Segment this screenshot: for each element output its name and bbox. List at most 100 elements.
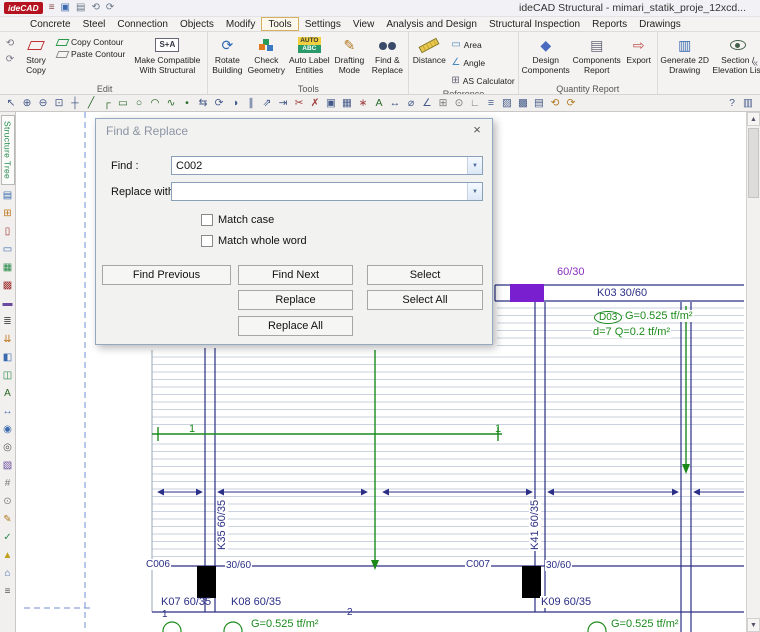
camera-icon[interactable]: ◎	[1, 441, 15, 455]
check-icon[interactable]: ✓	[1, 531, 15, 545]
export-button[interactable]: ⇨ Export	[622, 34, 656, 84]
warning-icon[interactable]: ▲	[1, 549, 15, 563]
fill-icon[interactable]: ▩	[515, 95, 531, 111]
menu-item-analysis-and-design[interactable]: Analysis and Design	[380, 17, 483, 31]
menu-item-objects[interactable]: Objects	[174, 17, 220, 31]
match-case-checkbox[interactable]: Match case	[201, 214, 274, 226]
edit-redo-icon[interactable]: ⟳	[3, 53, 17, 67]
stretch-icon[interactable]: ⇥	[275, 95, 291, 111]
render-icon[interactable]: ▧	[1, 459, 15, 473]
layers-icon[interactable]: ≡	[483, 95, 499, 111]
find-next-button[interactable]: Find Next	[238, 265, 353, 285]
replace-all-button[interactable]: Replace All	[238, 316, 353, 336]
arc-icon[interactable]: ◠	[147, 95, 163, 111]
menu-item-structural-inspection[interactable]: Structural Inspection	[483, 17, 586, 31]
offset-icon[interactable]: ∥	[243, 95, 259, 111]
replace-combobox[interactable]: ▼	[171, 182, 483, 201]
polyline-icon[interactable]: ┌	[99, 95, 115, 111]
match-whole-word-checkbox[interactable]: Match whole word	[201, 235, 307, 247]
angle-button[interactable]: ∠ Angle	[449, 55, 516, 71]
undo2-icon[interactable]: ⟲	[547, 95, 563, 111]
point-icon[interactable]: •	[179, 95, 195, 111]
select-all-button[interactable]: Select All	[367, 290, 483, 310]
spline-icon[interactable]: ∿	[163, 95, 179, 111]
foundation-icon[interactable]: ▬	[1, 297, 15, 311]
redo-icon[interactable]: ⟳	[106, 0, 114, 16]
axes-icon[interactable]: ⊞	[1, 207, 15, 221]
stairs-icon[interactable]: ≣	[1, 315, 15, 329]
print-icon[interactable]: ▤	[76, 0, 85, 16]
undo-icon[interactable]: ⟲	[91, 0, 99, 16]
scroll-up-arrow[interactable]: ▲	[747, 112, 760, 126]
erase-icon[interactable]: ✗	[307, 95, 323, 111]
edit-undo-icon[interactable]: ⟲	[3, 37, 17, 51]
mirror-icon[interactable]: ◑	[227, 95, 243, 111]
snap2-icon[interactable]: ⊙	[1, 495, 15, 509]
menu-item-settings[interactable]: Settings	[299, 17, 347, 31]
generate-2d-drawing-button[interactable]: ▥ Generate 2D Drawing	[659, 34, 711, 84]
app-menu-icon[interactable]: ≡	[49, 0, 55, 16]
angle-icon[interactable]: ∠	[419, 95, 435, 111]
make-compatible-button[interactable]: S+A Make Compatible With Structural	[128, 34, 206, 84]
menu-item-tools[interactable]: Tools	[261, 17, 298, 31]
dimensions-icon[interactable]: ↔	[1, 405, 15, 419]
beams-icon[interactable]: ▭	[1, 243, 15, 257]
views-icon[interactable]: ◉	[1, 423, 15, 437]
menu-item-modify[interactable]: Modify	[220, 17, 261, 31]
match-whole-word-box[interactable]	[201, 235, 213, 247]
menu-item-drawings[interactable]: Drawings	[633, 17, 687, 31]
labels-icon[interactable]: A	[1, 387, 15, 401]
copy-icon[interactable]: ▣	[323, 95, 339, 111]
panel-icon[interactable]: ▥	[740, 95, 756, 111]
circle-icon[interactable]: ○	[131, 95, 147, 111]
slabs-icon[interactable]: ▦	[1, 261, 15, 275]
stories-icon[interactable]: ▤	[1, 189, 15, 203]
drafting-mode-button[interactable]: ✎ Drafting Mode	[332, 34, 366, 84]
rectangle-icon[interactable]: ▭	[115, 95, 131, 111]
grid-icon[interactable]: ⊞	[435, 95, 451, 111]
home-icon[interactable]: ⌂	[1, 567, 15, 581]
match-case-box[interactable]	[201, 214, 213, 226]
find-replace-button[interactable]: Find & Replace	[367, 34, 407, 84]
dialog-close-button[interactable]: ×	[468, 122, 486, 138]
walls-icon[interactable]: ▩	[1, 279, 15, 293]
menu-item-concrete[interactable]: Concrete	[24, 17, 77, 31]
rotate-icon[interactable]: ⟳	[211, 95, 227, 111]
auto-label-entities-button[interactable]: AUTO ABC Auto Label Entities	[287, 34, 331, 84]
pan-icon[interactable]: ┼	[67, 95, 83, 111]
menu-item-steel[interactable]: Steel	[77, 17, 112, 31]
check-geometry-button[interactable]: Check Geometry	[246, 34, 286, 84]
components-report-button[interactable]: ▤ Components Report	[573, 34, 621, 84]
scroll-thumb[interactable]	[748, 128, 759, 198]
draw-icon[interactable]: ✎	[1, 513, 15, 527]
menu-item-reports[interactable]: Reports	[586, 17, 633, 31]
line-icon[interactable]: ╱	[83, 95, 99, 111]
properties-icon[interactable]: ▤	[531, 95, 547, 111]
vertical-scrollbar[interactable]: ▲ ▼	[746, 112, 760, 632]
save-icon[interactable]: ▣	[61, 0, 70, 16]
ortho-icon[interactable]: ∟	[467, 95, 483, 111]
replace-dropdown-arrow-icon[interactable]: ▼	[467, 183, 482, 200]
menu-item-connection[interactable]: Connection	[111, 17, 174, 31]
grid2-icon[interactable]: #	[1, 477, 15, 491]
find-dropdown-arrow-icon[interactable]: ▼	[467, 157, 482, 174]
as-calculator-button[interactable]: ⊞ AS Calculator	[449, 73, 516, 89]
select-button[interactable]: Select	[367, 265, 483, 285]
find-combobox[interactable]: ▼	[171, 156, 483, 175]
paste-contour-button[interactable]: Paste Contour	[55, 49, 127, 59]
move-icon[interactable]: ⇆	[195, 95, 211, 111]
measure-icon[interactable]: ⌀	[403, 95, 419, 111]
materials-icon[interactable]: ◧	[1, 351, 15, 365]
story-copy-button[interactable]: Story Copy	[18, 34, 54, 84]
zoom-in-icon[interactable]: ⊕	[19, 95, 35, 111]
help-icon[interactable]: ?	[724, 95, 740, 111]
select-icon[interactable]: ↖	[3, 95, 19, 111]
find-previous-button[interactable]: Find Previous	[102, 265, 231, 285]
menu-item-view[interactable]: View	[347, 17, 381, 31]
explode-icon[interactable]: ∗	[355, 95, 371, 111]
area-button[interactable]: ▭ Area	[449, 37, 516, 53]
hatch-icon[interactable]: ▨	[499, 95, 515, 111]
design-components-button[interactable]: ◆ Design Components	[520, 34, 572, 84]
zoom-out-icon[interactable]: ⊖	[35, 95, 51, 111]
copy-contour-button[interactable]: Copy Contour	[55, 37, 127, 47]
